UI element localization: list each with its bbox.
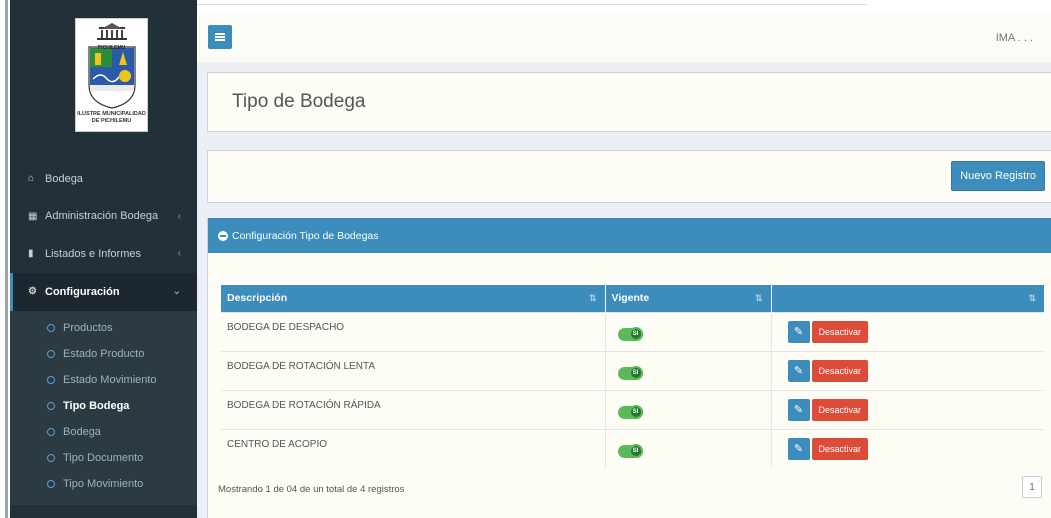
circle-icon	[47, 427, 55, 436]
pencil-icon: ✎	[793, 443, 804, 456]
sidebar-toggle-button[interactable]	[208, 25, 232, 49]
vigente-toggle[interactable]: SI	[617, 404, 643, 419]
cell-descripcion: BODEGA DE ROTACIÓN RÁPIDA	[221, 389, 605, 429]
edit-button[interactable]: ✎	[787, 398, 810, 421]
left-edge	[0, 0, 10, 518]
sort-icon: ⇅	[1028, 293, 1036, 303]
pencil-icon: ✎	[793, 326, 804, 338]
circle-icon	[47, 375, 55, 384]
sort-icon: ⇅	[754, 293, 763, 303]
cell-descripcion: CENTRO DE ACOPIO	[221, 428, 605, 468]
table-box-header: Configuración Tipo de Bodegas	[208, 218, 1051, 253]
table-icon: ▦	[28, 210, 38, 222]
sidebar-item-label: Configuración	[45, 285, 120, 298]
cell-descripcion: BODEGA DE DESPACHO	[221, 311, 605, 351]
vigente-toggle[interactable]: SI	[617, 326, 643, 341]
cell-vigente: SI	[604, 389, 771, 429]
deactivate-button[interactable]: Desactivar	[811, 398, 869, 421]
sidebar-item-label: Administración Bodega	[45, 210, 159, 223]
title-box: Tipo de Bodega	[207, 72, 1051, 132]
actions-box: Nuevo Registro	[207, 150, 1051, 203]
circle-icon	[47, 479, 55, 488]
edit-button[interactable]: ✎	[787, 437, 810, 460]
sidebar-item-configuracion[interactable]: ⚙ Configuración ⌄	[10, 272, 197, 311]
circle-icon	[47, 453, 55, 462]
cell-actions: ✎ Desactivar	[770, 389, 1044, 429]
column-header-acciones[interactable]: ⇅	[771, 285, 1044, 312]
user-menu[interactable]: IMA . . .	[996, 32, 1033, 44]
chevron-down-icon: ⌄	[172, 286, 181, 297]
deactivate-button[interactable]: Desactivar	[811, 320, 869, 343]
submenu-item-tipo-movimiento[interactable]: Tipo Movimiento	[10, 471, 197, 497]
table-row: CENTRO DE ACOPIO SI ✎ Desactivar	[221, 428, 1044, 468]
cell-actions: ✎ Desactivar	[770, 350, 1044, 390]
municipality-logo: ILUSTRE MUNICIPALIDAD DE PICHILEMU PICHI…	[75, 18, 148, 132]
submenu-item-label: Bodega	[63, 425, 101, 438]
top-navbar: IMA . . .	[197, 12, 1051, 62]
table-row: BODEGA DE ROTACIÓN LENTA SI ✎ Desactivar	[221, 350, 1044, 390]
submenu-item-label: Tipo Documento	[63, 451, 144, 464]
circle-icon	[47, 349, 55, 358]
table-box: Configuración Tipo de Bodegas Descripció…	[207, 218, 1051, 518]
top-strip	[197, 0, 1051, 12]
submenu-item-label: Estado Movimiento	[63, 373, 157, 386]
submenu-item-tipo-bodega[interactable]: Tipo Bodega	[10, 393, 197, 419]
cell-actions: ✎ Desactivar	[770, 311, 1044, 351]
column-header-descripcion[interactable]: Descripción ⇅	[221, 285, 606, 312]
column-header-vigente[interactable]: Vigente ⇅	[605, 285, 772, 312]
submenu-item-tipo-documento[interactable]: Tipo Documento	[10, 445, 197, 471]
submenu-item-label: Tipo Movimiento	[63, 477, 144, 490]
main-content: Tipo de Bodega Nuevo Registro Configurac…	[197, 62, 1051, 518]
crest-icon	[88, 23, 136, 109]
pagination-page-button[interactable]: 1	[1022, 476, 1042, 498]
page-title: Tipo de Bodega	[232, 91, 366, 112]
new-record-button[interactable]: Nuevo Registro	[951, 161, 1045, 191]
pencil-icon: ✎	[793, 404, 804, 416]
sidebar-item-bodega[interactable]: ⌂ Bodega	[10, 160, 197, 198]
file-icon: ▮	[28, 248, 34, 260]
cell-vigente: SI	[604, 311, 771, 351]
sidebar-menu: ⌂ Bodega ▦ Administración Bodega ‹ ▮ Lis…	[10, 160, 197, 505]
cell-descripcion: BODEGA DE ROTACIÓN LENTA	[221, 350, 605, 390]
sidebar-item-label: Bodega	[45, 172, 83, 185]
submenu-item-bodega[interactable]: Bodega	[10, 419, 197, 445]
cell-actions: ✎ Desactivar	[770, 428, 1044, 468]
cell-vigente: SI	[604, 350, 771, 390]
table-row: BODEGA DE DESPACHO SI ✎ Desactivar	[221, 311, 1044, 351]
home-icon: ⌂	[28, 173, 35, 185]
submenu-item-label: Productos	[63, 321, 113, 334]
table-box-title: Configuración Tipo de Bodegas	[232, 229, 379, 242]
cogs-icon: ⚙	[28, 286, 37, 297]
submenu-item-productos[interactable]: Productos	[10, 315, 197, 341]
edit-button[interactable]: ✎	[787, 320, 810, 343]
submenu-item-label: Tipo Bodega	[63, 399, 130, 412]
deactivate-button[interactable]: Desactivar	[811, 437, 869, 460]
sidebar: ILUSTRE MUNICIPALIDAD DE PICHILEMU PICHI…	[10, 0, 197, 518]
chevron-left-icon: ‹	[177, 210, 181, 222]
sidebar-item-administracion-bodega[interactable]: ▦ Administración Bodega ‹	[10, 198, 197, 236]
table-row: BODEGA DE ROTACIÓN RÁPIDA SI ✎ Desactivar	[221, 389, 1044, 429]
logo-caption: ILUSTRE MUNICIPALIDAD DE PICHILEMU	[77, 111, 146, 124]
vigente-toggle[interactable]: SI	[617, 365, 643, 380]
vigente-toggle[interactable]: SI	[617, 443, 643, 458]
submenu-item-estado-movimiento[interactable]: Estado Movimiento	[10, 367, 197, 393]
circle-icon	[47, 401, 55, 410]
table-info-text: Mostrando 1 de 04 de un total de 4 regis…	[218, 484, 405, 495]
circle-icon	[47, 323, 55, 332]
configuracion-submenu: Productos Estado Producto Estado Movimie…	[10, 310, 197, 505]
submenu-item-label: Estado Producto	[63, 347, 145, 360]
chevron-left-icon: ‹	[177, 248, 181, 260]
tipo-bodega-table: Descripción ⇅ Vigente ⇅ ⇅ BODEGA DE DESP…	[221, 285, 1044, 468]
sort-icon: ⇅	[588, 293, 597, 303]
logo-city-text: PICHILEMU	[97, 45, 126, 51]
sidebar-item-label: Listados e Informes	[45, 247, 141, 260]
submenu-item-estado-producto[interactable]: Estado Producto	[10, 341, 197, 367]
minus-circle-icon[interactable]	[218, 230, 228, 241]
sidebar-item-listados-informes[interactable]: ▮ Listados e Informes ‹	[10, 235, 197, 273]
cell-vigente: SI	[604, 428, 771, 468]
hamburger-icon	[215, 33, 225, 41]
edit-button[interactable]: ✎	[787, 359, 810, 382]
pencil-icon: ✎	[793, 365, 804, 377]
deactivate-button[interactable]: Desactivar	[811, 359, 869, 382]
